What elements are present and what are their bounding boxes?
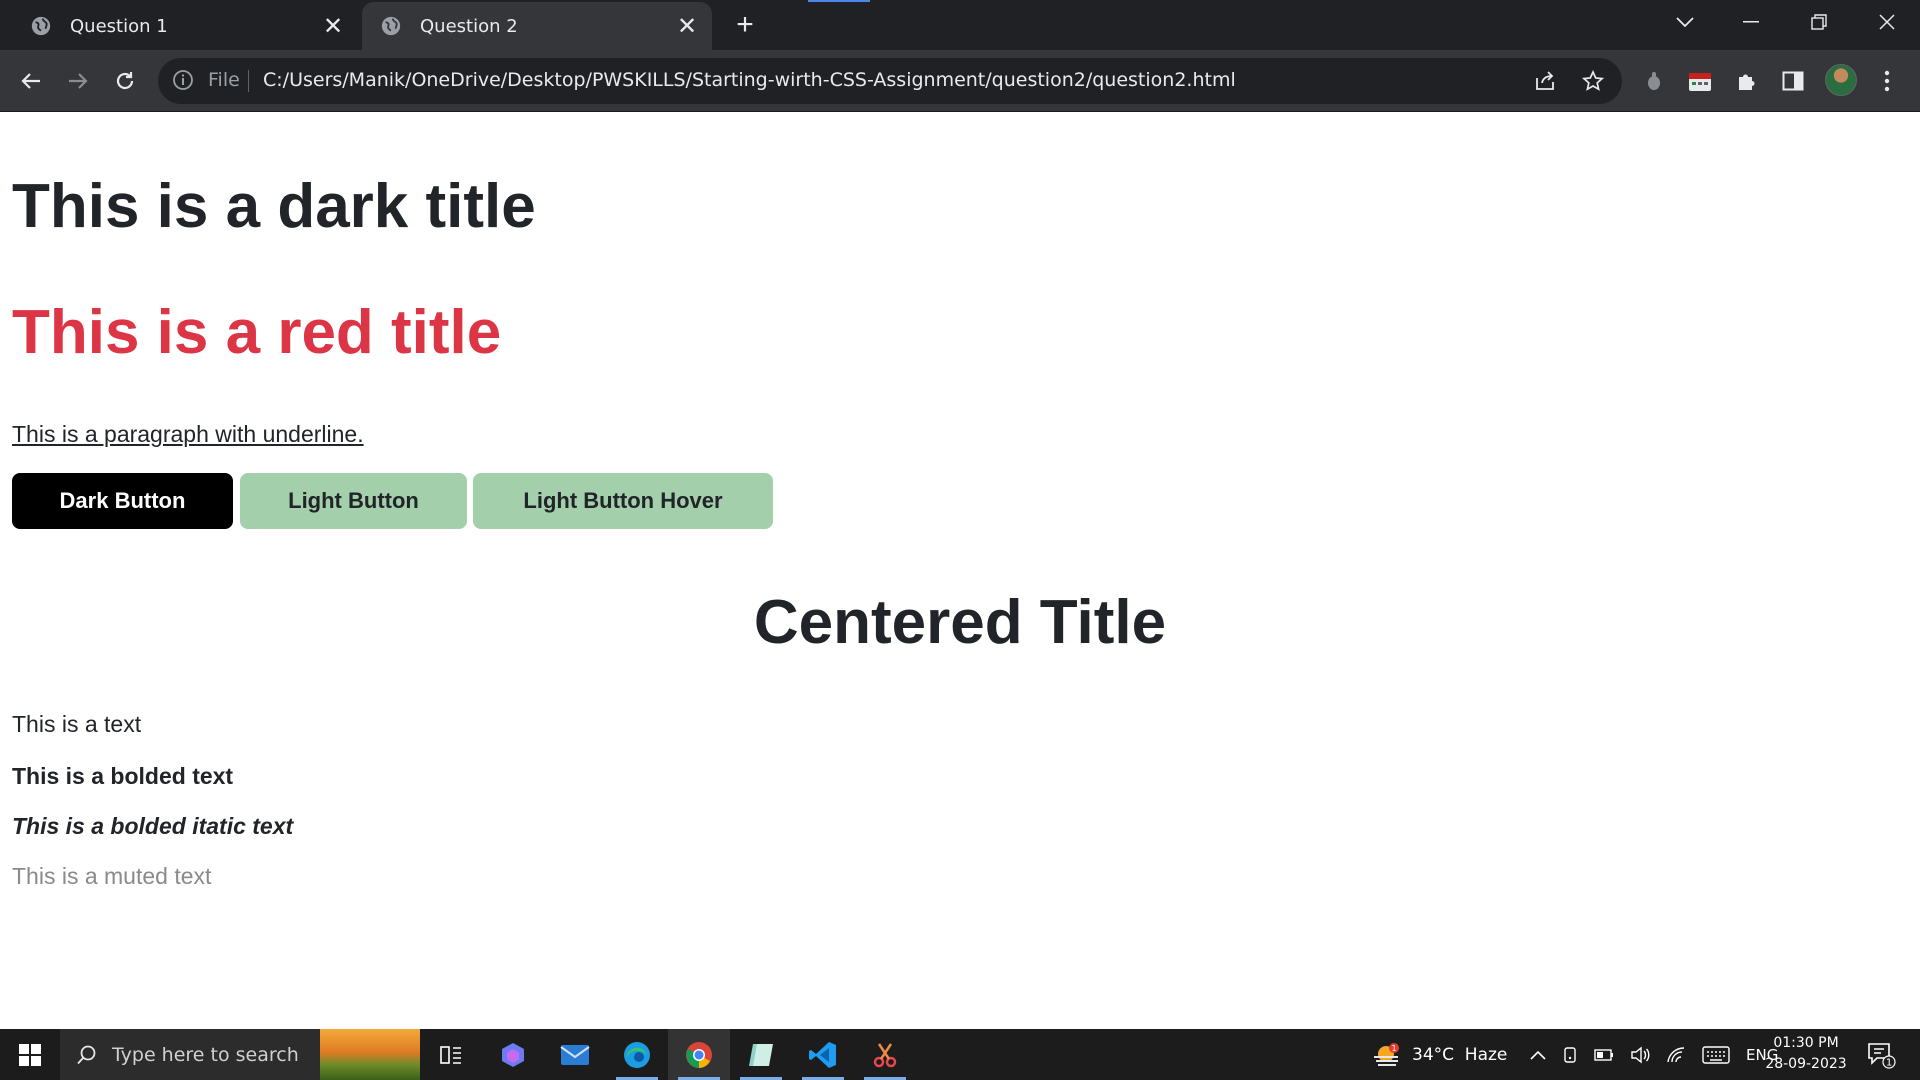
edge-browser-icon[interactable] <box>606 1029 668 1080</box>
info-icon[interactable] <box>172 69 194 91</box>
bold-italic-text: This is a bolded itatic text <box>12 813 294 839</box>
weather-haze-icon: 1 <box>1374 1042 1399 1066</box>
search-icon <box>77 1045 96 1064</box>
task-view-icon[interactable] <box>420 1029 482 1080</box>
dark-title: This is a dark title <box>12 172 536 241</box>
minimize-icon[interactable] <box>1718 0 1784 44</box>
url-scheme-label: File <box>208 69 240 91</box>
clock-time: 01:30 PM <box>1773 1035 1839 1051</box>
reload-icon[interactable] <box>106 62 144 100</box>
device-icon[interactable] <box>1562 1046 1578 1063</box>
globe-icon <box>381 16 401 36</box>
close-window-icon[interactable] <box>1854 0 1920 44</box>
more-menu-icon[interactable] <box>1870 64 1904 98</box>
light-button-hover[interactable]: Light Button Hover <box>473 473 773 529</box>
search-placeholder: Type here to search <box>112 1043 299 1066</box>
share-icon[interactable] <box>1532 68 1558 94</box>
calendar-extension-icon[interactable] <box>1683 64 1717 98</box>
underlined-paragraph: This is a paragraph with underline. <box>12 421 364 447</box>
clock-date: 28-09-2023 <box>1765 1056 1847 1072</box>
copilot-icon[interactable] <box>482 1029 544 1080</box>
system-tray: ENG <box>1530 1029 1778 1080</box>
tab-title: Question 1 <box>70 15 168 37</box>
bold-text: This is a bolded text <box>12 763 234 789</box>
close-icon[interactable]: ✕ <box>318 11 348 41</box>
bookmark-star-icon[interactable] <box>1580 68 1606 94</box>
chrome-browser-icon[interactable] <box>668 1029 730 1080</box>
volume-icon[interactable] <box>1630 1046 1650 1064</box>
weather-text: 34°C Haze <box>1412 1044 1508 1065</box>
centered-title: Centered Title <box>753 588 1167 657</box>
windows-taskbar: Type here to search 1 34°C Haze ENG 01:3… <box>0 1029 1920 1080</box>
tab-question-2[interactable]: Question 2 ✕ <box>362 2 712 50</box>
weather-widget[interactable]: 1 34°C Haze <box>1372 1029 1507 1080</box>
battery-icon[interactable] <box>1594 1048 1614 1061</box>
tab-title: Question 2 <box>420 15 518 37</box>
notification-icon: 1 <box>1868 1042 1896 1069</box>
plain-text: This is a text <box>12 711 142 737</box>
tab-search-icon[interactable] <box>1652 0 1718 44</box>
new-tab-icon[interactable]: + <box>728 8 762 42</box>
tab-strip-accent <box>808 0 870 2</box>
globe-icon <box>31 16 51 36</box>
notification-center[interactable]: 1 <box>1866 1029 1896 1080</box>
page-content: This is a dark title This is a red title… <box>0 113 1920 1029</box>
muted-text: This is a muted text <box>12 863 212 889</box>
tab-question-1[interactable]: Question 1 ✕ <box>12 2 358 50</box>
mail-icon[interactable] <box>544 1029 606 1080</box>
browser-toolbar: File C:/Users/Manik/OneDrive/Desktop/PWS… <box>0 50 1920 112</box>
url-text[interactable]: C:/Users/Manik/OneDrive/Desktop/PWSKILLS… <box>263 69 1236 91</box>
extension-icon[interactable] <box>1637 64 1671 98</box>
profile-avatar[interactable] <box>1825 64 1857 96</box>
address-bar[interactable]: File C:/Users/Manik/OneDrive/Desktop/PWS… <box>158 58 1622 104</box>
divider <box>248 70 249 92</box>
svg-text:1: 1 <box>1886 1057 1892 1068</box>
restore-icon[interactable] <box>1786 0 1852 44</box>
snipping-tool-icon[interactable] <box>854 1029 916 1080</box>
system-clock[interactable]: 01:30 PM 28-09-2023 <box>1760 1033 1852 1075</box>
red-title: This is a red title <box>12 298 502 367</box>
notes-app-icon[interactable] <box>730 1029 792 1080</box>
dark-button[interactable]: Dark Button <box>12 473 233 529</box>
side-panel-icon[interactable] <box>1776 64 1810 98</box>
forward-arrow-icon[interactable] <box>59 62 97 100</box>
chevron-up-icon[interactable] <box>1530 1050 1546 1060</box>
tab-strip: Question 1 ✕ Question 2 ✕ + <box>0 0 1920 50</box>
vscode-icon[interactable] <box>792 1029 854 1080</box>
close-icon[interactable]: ✕ <box>672 11 702 41</box>
windows-start-icon[interactable] <box>0 1029 60 1080</box>
keyboard-icon[interactable] <box>1702 1045 1730 1064</box>
wifi-icon[interactable] <box>1666 1046 1686 1064</box>
search-highlight-illustration <box>320 1029 420 1080</box>
puzzle-extensions-icon[interactable] <box>1730 64 1764 98</box>
taskbar-search-box[interactable]: Type here to search <box>60 1029 420 1080</box>
light-button[interactable]: Light Button <box>240 473 467 529</box>
back-arrow-icon[interactable] <box>12 62 50 100</box>
svg-text:1: 1 <box>1391 1044 1396 1053</box>
